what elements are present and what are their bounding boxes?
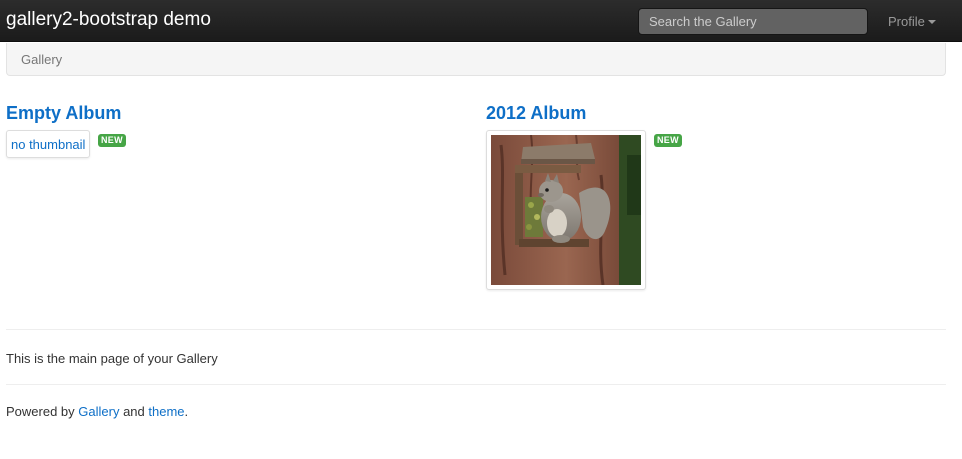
footer-prefix: Powered by (6, 404, 79, 419)
new-badge: NEW (654, 134, 682, 147)
search-input[interactable] (638, 8, 868, 35)
footer: Powered by Gallery and theme. (6, 404, 188, 419)
album-thumbnail-2012[interactable] (486, 130, 646, 290)
divider (6, 384, 946, 385)
squirrel-photo[interactable] (491, 135, 641, 285)
footer-suffix: . (184, 404, 189, 419)
profile-dropdown[interactable]: Profile (888, 14, 936, 29)
no-thumbnail-link[interactable]: no thumbnail (11, 137, 85, 152)
divider (6, 329, 946, 330)
breadcrumb: Gallery (6, 43, 946, 76)
theme-link[interactable]: theme (148, 404, 184, 419)
brand-link[interactable]: gallery2-bootstrap demo (6, 9, 211, 31)
breadcrumb-item-gallery: Gallery (21, 52, 63, 67)
caret-down-icon (927, 19, 936, 24)
profile-label: Profile (888, 14, 925, 29)
gallery-link[interactable]: Gallery (78, 404, 119, 419)
album-thumbnail-empty[interactable]: no thumbnail (6, 130, 90, 158)
top-navbar: gallery2-bootstrap demo Profile (0, 0, 962, 42)
album-title-2012[interactable]: 2012 Album (486, 102, 586, 124)
new-badge: NEW (98, 134, 126, 147)
album-title-empty[interactable]: Empty Album (6, 102, 121, 124)
main-description: This is the main page of your Gallery (6, 351, 218, 366)
footer-middle: and (119, 404, 149, 419)
